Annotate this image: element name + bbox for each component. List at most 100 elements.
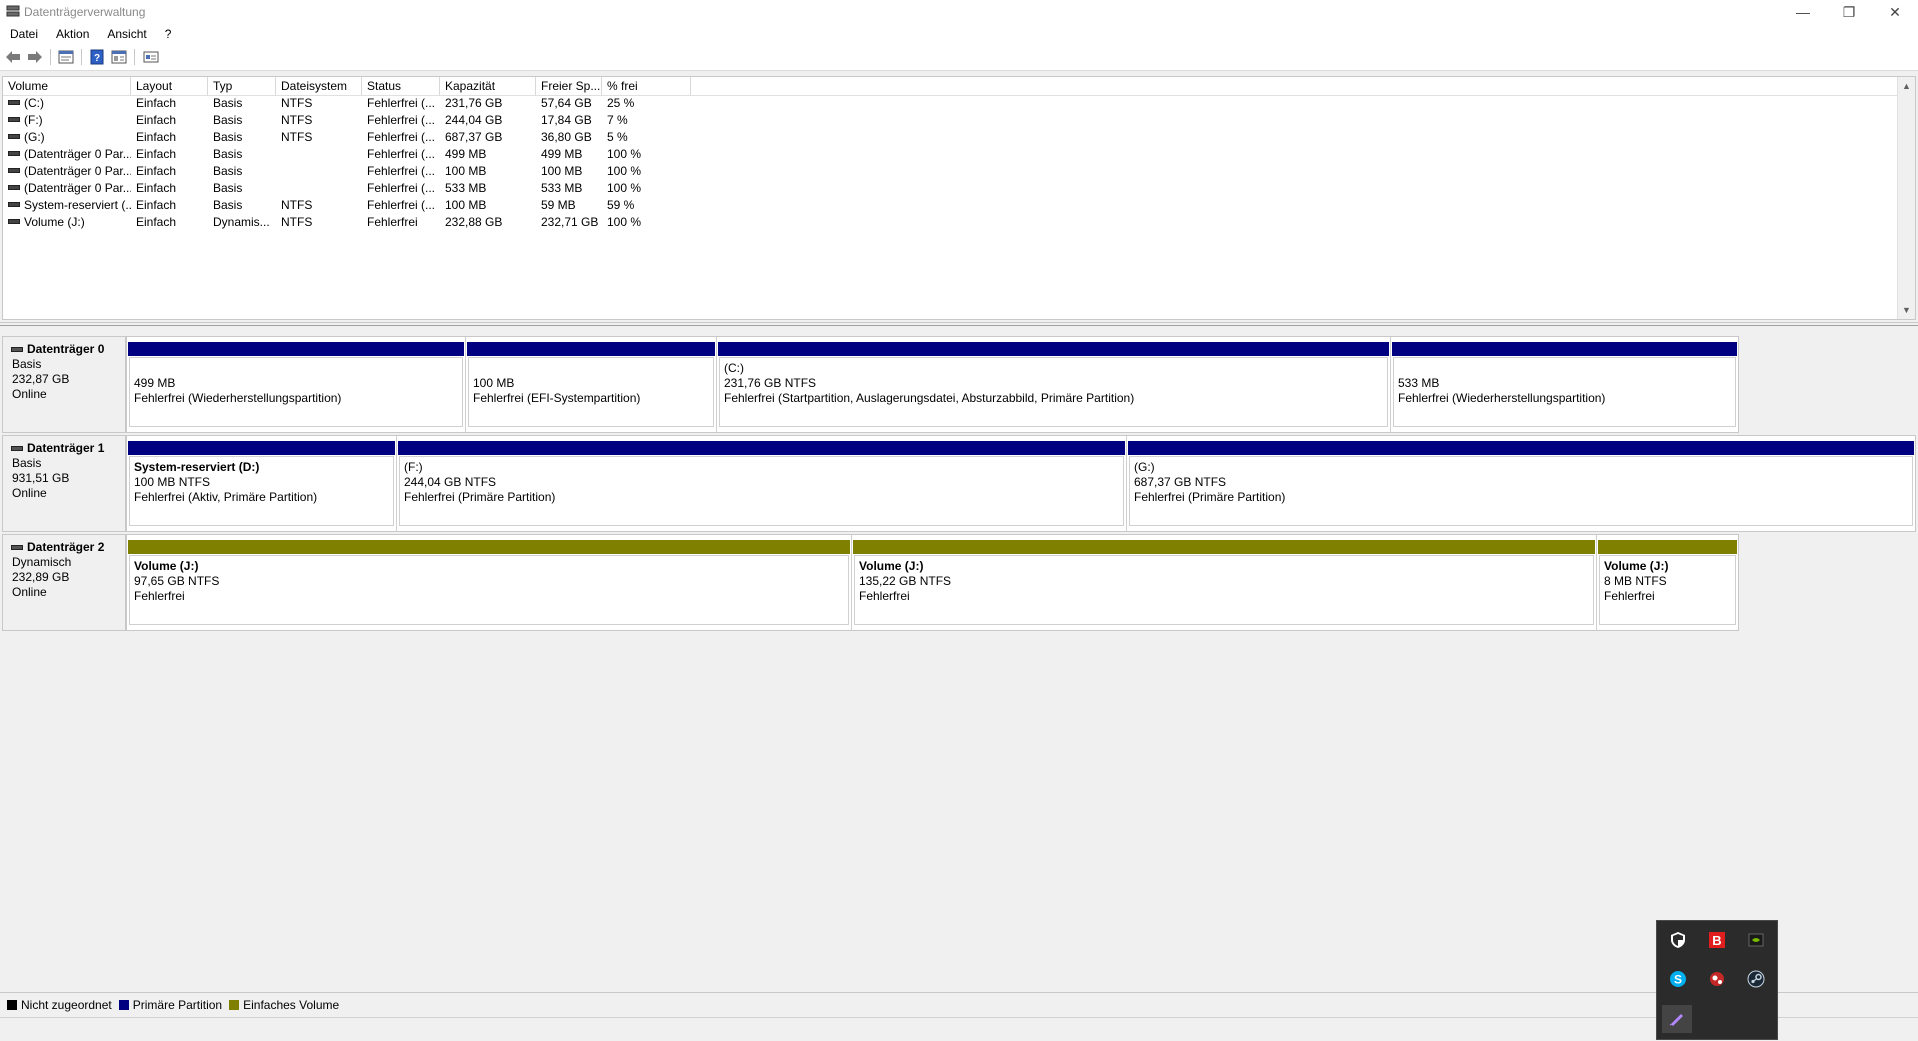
disk-size: 232,87 GB — [12, 372, 70, 386]
disk-info-0[interactable]: Datenträger 0 Basis 232,87 GB Online — [2, 336, 126, 433]
column-header-status[interactable]: Status — [362, 77, 440, 95]
partition-block[interactable]: 499 MB Fehlerfrei (Wiederherstellungspar… — [127, 337, 466, 432]
column-header-typ[interactable]: Typ — [208, 77, 276, 95]
volume-list-scrollbar[interactable]: ▲ ▼ — [1897, 77, 1915, 319]
cell-text: Einfach — [136, 198, 177, 212]
cell-text: NTFS — [281, 113, 313, 127]
menu-aktion[interactable]: Aktion — [47, 27, 98, 41]
menu-bar: Datei Aktion Ansicht ? — [0, 24, 1918, 44]
volume-list-row[interactable]: (F:) Einfach Basis NTFS Fehlerfrei (... 244,0… — [3, 112, 1915, 129]
cell-text: Dynamis... — [213, 215, 270, 229]
column-header-layout[interactable]: Layout — [131, 77, 208, 95]
partition-status: Fehlerfrei (Wiederherstellungspartition) — [134, 391, 342, 405]
cell-kapazitaet: 232,88 GB — [440, 214, 536, 231]
scroll-up-icon[interactable]: ▲ — [1902, 81, 1911, 91]
partition-block[interactable]: Volume (J:) 135,22 GB NTFS Fehlerfrei — [852, 535, 1597, 630]
disk-icon — [11, 545, 23, 550]
cell-text: (F:) — [24, 113, 43, 127]
cell-typ: Basis — [208, 95, 276, 112]
partition-status: Fehlerfrei (EFI-Systempartition) — [473, 391, 641, 405]
properties-button[interactable] — [58, 49, 74, 65]
back-button[interactable] — [5, 49, 21, 65]
properties-icon — [58, 50, 74, 64]
cell-text: Fehlerfrei (... — [367, 96, 436, 110]
disk-state: Online — [12, 387, 47, 401]
cell-freier-speicher: 59 MB — [536, 197, 602, 214]
volume-list-row[interactable]: (Datenträger 0 Par... Einfach Basis Fehlerf… — [3, 146, 1915, 163]
disk-info-2[interactable]: Datenträger 2 Dynamisch 232,89 GB Online — [2, 534, 126, 631]
forward-button[interactable] — [27, 49, 43, 65]
menu-ansicht[interactable]: Ansicht — [98, 27, 155, 41]
cell-kapazitaet: 687,37 GB — [440, 129, 536, 146]
minimize-icon: — — [1796, 4, 1810, 20]
volume-list-row[interactable]: System-reserviert (... Einfach Basis NTFS Fe… — [3, 197, 1915, 214]
legend-item-unallocated: Nicht zugeordnet — [7, 998, 112, 1012]
nvidia-icon — [1748, 933, 1764, 947]
list-view-button[interactable] — [111, 49, 127, 65]
column-header-freier-speicher[interactable]: Freier Sp... — [536, 77, 602, 95]
volume-list-row[interactable]: Volume (J:) Einfach Dynamis... NTFS Fehlerfr… — [3, 214, 1915, 231]
cell-dateisystem: NTFS — [276, 214, 362, 231]
menu-datei[interactable]: Datei — [0, 27, 47, 41]
column-header-volume[interactable]: Volume — [3, 77, 131, 95]
disk-row-2[interactable]: Datenträger 2 Dynamisch 232,89 GB Online… — [2, 534, 1739, 631]
volume-list-row[interactable]: (Datenträger 0 Par... Einfach Basis Fehlerf… — [3, 163, 1915, 180]
cell-text: Basis — [213, 113, 243, 127]
tray-item-steam[interactable] — [1744, 967, 1768, 991]
volume-list-row[interactable]: (Datenträger 0 Par... Einfach Basis Fehlerf… — [3, 180, 1915, 197]
disk-info-1[interactable]: Datenträger 1 Basis 931,51 GB Online — [2, 435, 126, 532]
scroll-down-icon[interactable]: ▼ — [1902, 305, 1911, 315]
cell-status: Fehlerfrei — [362, 214, 440, 231]
partition-block[interactable]: Volume (J:) 8 MB NTFS Fehlerfrei — [1597, 535, 1738, 630]
partition-status: Fehlerfrei (Aktiv, Primäre Partition) — [134, 490, 318, 504]
tray-item-pen[interactable] — [1662, 1005, 1692, 1033]
maximize-button[interactable]: ❐ — [1826, 0, 1872, 24]
partition-block[interactable]: Volume (J:) 97,65 GB NTFS Fehlerfrei — [127, 535, 852, 630]
cell-layout: Einfach — [131, 214, 208, 231]
tray-item-nvidia[interactable] — [1744, 928, 1768, 952]
partition-block[interactable]: (C:) 231,76 GB NTFS Fehlerfrei (Startpar… — [717, 337, 1391, 432]
disk-row-0[interactable]: Datenträger 0 Basis 232,87 GB Online 499… — [2, 336, 1739, 433]
tray-item-bitdefender[interactable]: B — [1705, 928, 1729, 952]
cell-text: 499 MB — [445, 147, 487, 161]
tray-overflow-popup: B S — [1656, 920, 1778, 1040]
close-button[interactable]: ✕ — [1872, 0, 1918, 24]
partition-details: 100 MB Fehlerfrei (EFI-Systempartition) — [468, 357, 714, 427]
cell-layout: Einfach — [131, 112, 208, 129]
volume-list-row[interactable]: (G:) Einfach Basis NTFS Fehlerfrei (... 687,3… — [3, 129, 1915, 146]
defender-icon — [1671, 932, 1685, 948]
cell-text: 36,80 GB — [541, 130, 592, 144]
tray-item-defender[interactable] — [1666, 928, 1690, 952]
help-button[interactable]: ? — [89, 49, 105, 65]
minimize-button[interactable]: — — [1780, 0, 1826, 24]
volume-list-row[interactable]: (C:) Einfach Basis NTFS Fehlerfrei (... 231,7… — [3, 95, 1915, 112]
partition-block[interactable]: 533 MB Fehlerfrei (Wiederherstellungspar… — [1391, 337, 1738, 432]
menu-help[interactable]: ? — [156, 27, 181, 41]
cell-dateisystem — [276, 163, 362, 180]
help-icon: ? — [90, 49, 104, 65]
disk-icon — [11, 446, 23, 451]
partition-block[interactable]: System-reserviert (D:) 100 MB NTFS Fehle… — [127, 436, 397, 531]
partition-block[interactable]: (F:) 244,04 GB NTFS Fehlerfrei (Primäre … — [397, 436, 1127, 531]
cell-typ: Basis — [208, 112, 276, 129]
cell-kapazitaet: 100 MB — [440, 197, 536, 214]
graphical-view-button[interactable] — [143, 49, 159, 65]
cell-text: 100 MB — [541, 164, 583, 178]
tray-item-red-app[interactable] — [1705, 967, 1729, 991]
disk-row-1[interactable]: Datenträger 1 Basis 931,51 GB Online Sys… — [2, 435, 1916, 532]
partition-color-bar — [1598, 540, 1737, 554]
column-header-kapazitaet[interactable]: Kapazität — [440, 77, 536, 95]
disk-name-row: Datenträger 2 — [11, 540, 125, 555]
cell-text: NTFS — [281, 198, 313, 212]
cell-dateisystem: NTFS — [276, 95, 362, 112]
column-header-prozent-frei[interactable]: % frei — [602, 77, 691, 95]
svg-text:S: S — [1674, 973, 1682, 987]
cell-dateisystem: NTFS — [276, 129, 362, 146]
partition-block[interactable]: 100 MB Fehlerfrei (EFI-Systempartition) — [466, 337, 717, 432]
tray-item-skype[interactable]: S — [1666, 967, 1690, 991]
cell-text: Einfach — [136, 130, 177, 144]
column-header-dateisystem[interactable]: Dateisystem — [276, 77, 362, 95]
cell-typ: Basis — [208, 163, 276, 180]
cell-status: Fehlerfrei (... — [362, 146, 440, 163]
partition-block[interactable]: (G:) 687,37 GB NTFS Fehlerfrei (Primäre … — [1127, 436, 1915, 531]
